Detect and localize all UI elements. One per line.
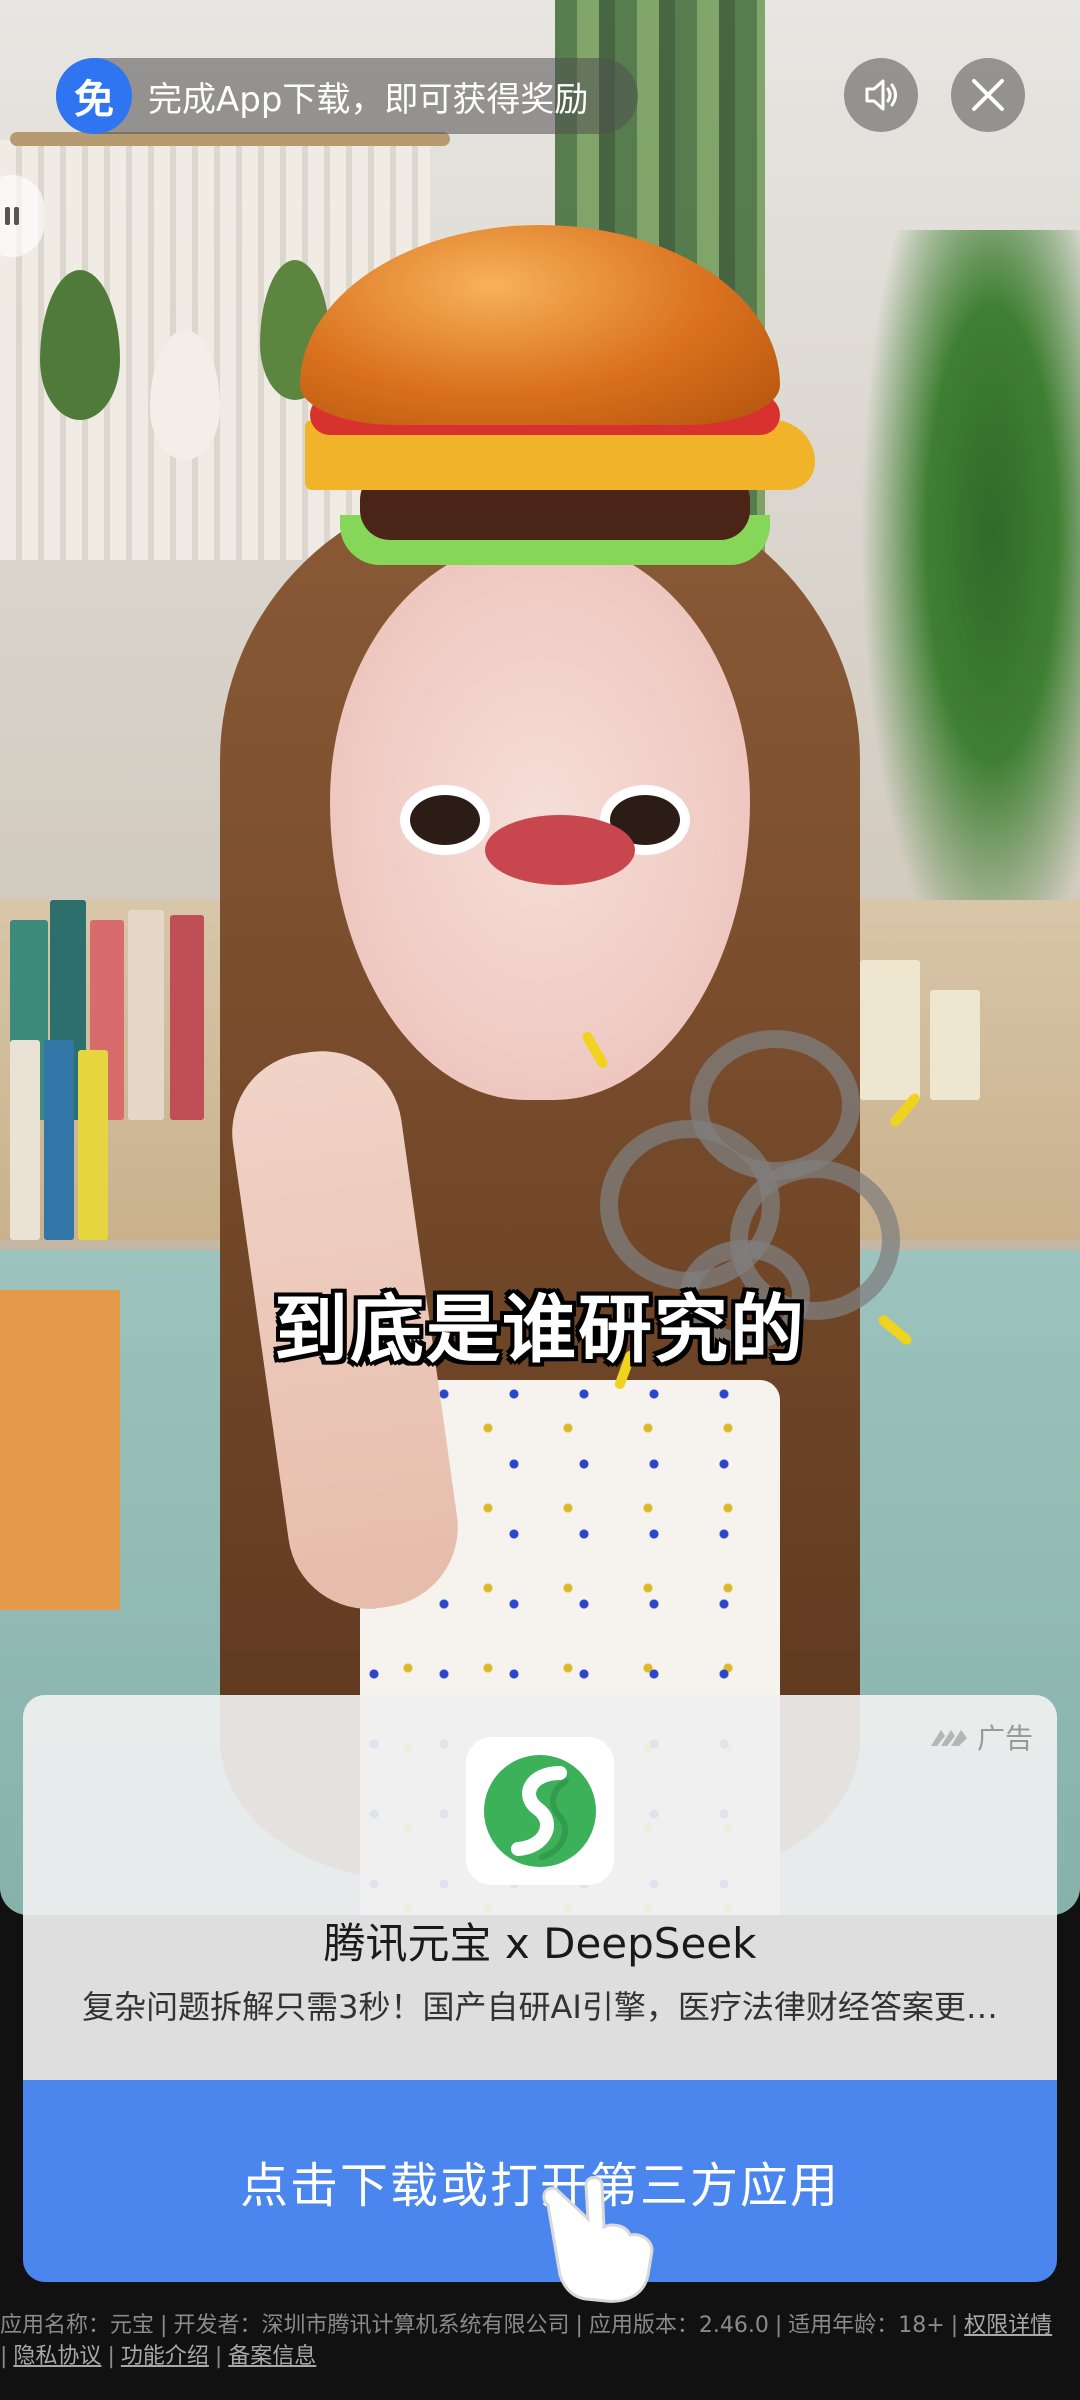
- filing-link[interactable]: 备案信息: [228, 2344, 316, 2369]
- yuanbao-logo-icon: [484, 1755, 596, 1867]
- footer-developer: 开发者：深圳市腾讯计算机系统有限公司: [173, 2313, 570, 2338]
- video-subtitle: 到底是谁研究的: [274, 1287, 806, 1373]
- free-badge: 免: [56, 58, 132, 134]
- sound-button[interactable]: [844, 58, 918, 132]
- reward-banner: 免 完成App下载，即可获得奖励: [56, 58, 638, 134]
- ad-label: 广告: [929, 1717, 1033, 1757]
- app-icon[interactable]: [466, 1737, 614, 1885]
- ad-video[interactable]: 到底是谁研究的: [0, 0, 1080, 1915]
- app-description: 复杂问题拆解只需3秒！国产自研AI引擎，医疗法律财经答案更…: [82, 1988, 998, 2026]
- permissions-link[interactable]: 权限详情: [964, 2313, 1052, 2338]
- app-info-footer: 应用名称：元宝 | 开发者：深圳市腾讯计算机系统有限公司 | 应用版本：2.46.0 | 适…: [0, 2313, 1053, 2369]
- close-button[interactable]: [951, 58, 1025, 132]
- ad-network-icon: [930, 1730, 967, 1746]
- features-link[interactable]: 功能介绍: [121, 2344, 209, 2369]
- burger-sticker: [300, 225, 820, 585]
- footer-app-name: 应用名称：元宝: [0, 2313, 155, 2338]
- reward-text: 完成App下载，即可获得奖励: [148, 79, 589, 120]
- app-name: 腾讯元宝 x DeepSeek: [323, 1919, 757, 1968]
- speaker-icon: [865, 79, 897, 111]
- background-rod: [10, 132, 450, 146]
- ad-card[interactable]: 广告 腾讯元宝 x DeepSeek 复杂问题拆解只需3秒！国产自研AI引擎，医…: [23, 1695, 1057, 2080]
- privacy-link[interactable]: 隐私协议: [13, 2344, 101, 2369]
- footer-age: 适用年龄：18+: [788, 2313, 945, 2338]
- tap-hand-icon: [542, 2176, 654, 2303]
- pause-icon: [5, 207, 19, 225]
- close-icon: [972, 79, 1004, 111]
- footer-version: 应用版本：2.46.0: [588, 2313, 769, 2338]
- ad-tag-text: 广告: [976, 1722, 1033, 1755]
- background-plant: [860, 230, 1080, 990]
